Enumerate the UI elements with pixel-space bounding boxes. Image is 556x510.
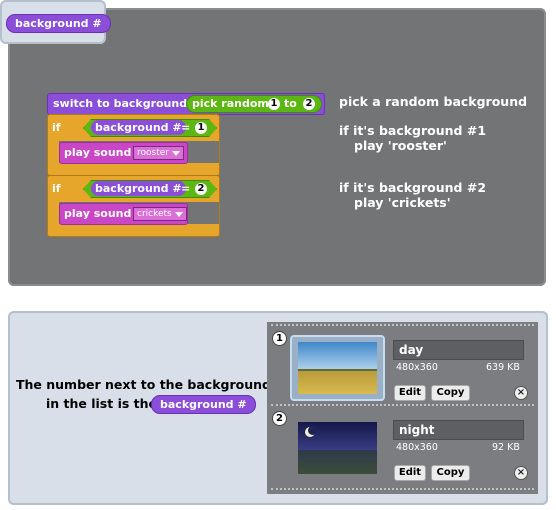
switch-to-background-block[interactable]: switch to background pick random 1 to 2: [47, 93, 325, 115]
background-index-badge: 1: [272, 331, 287, 346]
explanation-line-2: in the list is the: [46, 396, 158, 411]
play-sound-label: play sound: [64, 146, 132, 159]
background-reporter-panel: background #: [0, 0, 111, 44]
list-item[interactable]: [290, 415, 385, 481]
dropdown-arrow-icon: [174, 212, 183, 217]
edit-button[interactable]: Edit: [394, 465, 426, 481]
sound-menu[interactable]: crickets: [133, 207, 187, 221]
list-divider: [271, 324, 534, 326]
background-number-reporter[interactable]: background #: [6, 14, 111, 33]
sound-menu-value: crickets: [137, 209, 172, 219]
pick-random-label: pick random: [192, 97, 269, 110]
random-from-input[interactable]: 1: [268, 98, 280, 110]
copy-button[interactable]: Copy: [431, 465, 470, 481]
random-to-input[interactable]: 2: [303, 98, 315, 110]
background-resolution: 480x360: [396, 442, 438, 453]
explanation-line-1: The number next to the background: [16, 377, 271, 392]
sound-menu[interactable]: rooster: [133, 146, 184, 160]
note-play-crickets: play 'crickets': [354, 195, 451, 210]
edit-button[interactable]: Edit: [394, 385, 426, 401]
dropdown-arrow-icon: [171, 151, 180, 156]
day-thumbnail: [298, 342, 377, 394]
background-equals-predicate-2[interactable]: background # = 2: [83, 180, 217, 198]
night-thumbnail: [298, 422, 377, 474]
play-sound-label: play sound: [64, 207, 132, 220]
background-number-reporter: background #: [91, 181, 186, 196]
pick-random-block[interactable]: pick random 1 to 2: [186, 95, 322, 113]
note-pick-random: pick a random background: [339, 94, 528, 109]
background-index-badge: 2: [272, 411, 287, 426]
note-play-rooster: play 'rooster': [354, 138, 447, 153]
copy-button[interactable]: Copy: [431, 385, 470, 401]
background-name-field[interactable]: day: [393, 340, 524, 360]
play-sound-block-1[interactable]: play sound rooster: [59, 142, 188, 164]
to-label: to: [284, 97, 297, 110]
background-filesize: 92 KB: [492, 442, 520, 453]
list-divider: [271, 404, 534, 406]
equals-value-input[interactable]: 1: [195, 122, 207, 134]
if-label: if: [52, 121, 61, 134]
background-equals-predicate-1[interactable]: background # = 1: [83, 119, 217, 137]
background-resolution: 480x360: [396, 362, 438, 373]
sound-menu-value: rooster: [137, 148, 169, 158]
equals-value-input[interactable]: 2: [195, 183, 207, 195]
note-if-bg1: if it's background #1: [339, 123, 487, 138]
background-number-reporter[interactable]: background #: [151, 395, 256, 414]
switch-label: switch to background: [53, 97, 188, 110]
equals-sign: =: [181, 182, 191, 195]
note-if-bg2: if it's background #2: [339, 180, 487, 195]
list-divider: [271, 488, 534, 490]
background-name-field[interactable]: night: [393, 420, 524, 440]
list-item[interactable]: [290, 335, 385, 401]
if-label: if: [52, 182, 61, 195]
background-filesize: 639 KB: [486, 362, 520, 373]
equals-sign: =: [181, 121, 191, 134]
delete-icon[interactable]: ×: [514, 386, 528, 400]
play-sound-block-2[interactable]: play sound crickets: [59, 203, 188, 225]
delete-icon[interactable]: ×: [514, 466, 528, 480]
background-number-reporter: background #: [91, 120, 186, 135]
